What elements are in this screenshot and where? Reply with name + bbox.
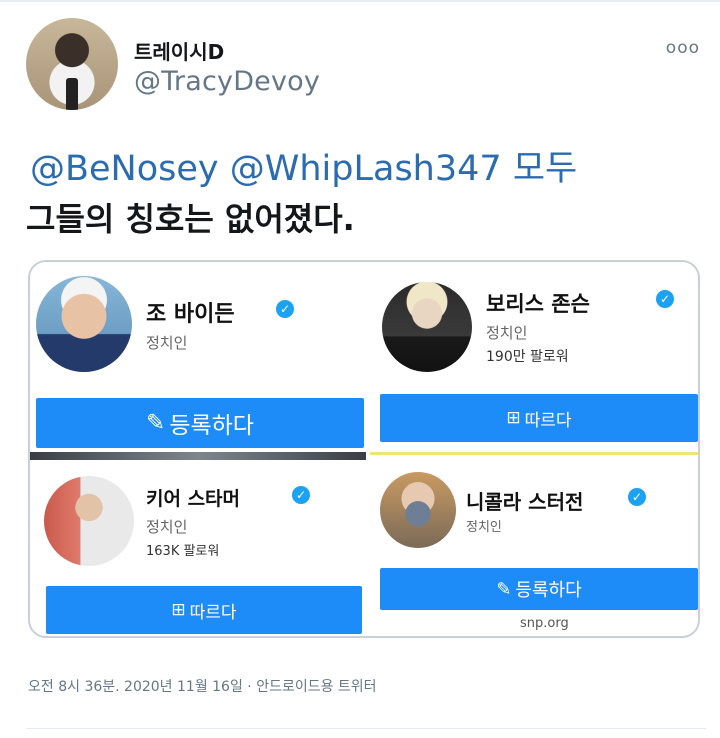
avatar <box>44 476 134 566</box>
person-card: 키어 스타머 ✓ 정치인 163K 팔로워 ⊞ 따르다 <box>30 460 366 636</box>
more-options-icon[interactable]: ooo <box>666 38 700 58</box>
person-card: 조 바이든 ✓ 정치인 ✎ 등록하다 <box>30 262 366 452</box>
pencil-icon: ✎ <box>496 578 512 600</box>
source-url: snp.org <box>520 616 569 631</box>
mention-link[interactable]: @WhipLash347 <box>230 149 502 189</box>
embedded-image-card[interactable]: 조 바이든 ✓ 정치인 ✎ 등록하다 보리스 존슨 ✓ 정치인 190만 팔로워 … <box>28 260 700 638</box>
person-card: 보리스 존슨 ✓ 정치인 190만 팔로워 ⊞ 따르다 <box>366 262 698 452</box>
person-role: 정치인 <box>146 518 188 536</box>
register-button[interactable]: ✎ 등록하다 <box>380 568 698 610</box>
user-handle[interactable]: @TracyDevoy <box>134 66 320 97</box>
tweet-text-line2: 그들의 칭호는 없어졌다. <box>26 200 355 238</box>
person-role: 정치인 <box>466 520 502 535</box>
person-name: 키어 스타머 <box>146 488 241 510</box>
bottom-divider <box>26 728 706 729</box>
image-seam <box>30 452 366 460</box>
display-name[interactable]: 트레이시D <box>134 36 224 65</box>
follow-button[interactable]: ⊞ 따르다 <box>380 394 698 442</box>
person-name: 조 바이든 <box>146 302 235 327</box>
person-name: 보리스 존슨 <box>486 292 590 316</box>
person-role: 정치인 <box>146 334 188 352</box>
tweet-header: 트레이시D @TracyDevoy ooo <box>26 18 706 110</box>
tweet-timestamp[interactable]: 오전 8시 36분. 2020년 11월 16일 · 안드로이드용 트위터 <box>28 676 377 696</box>
pencil-icon: ✎ <box>146 410 166 436</box>
add-follow-icon: ⊞ <box>171 600 186 620</box>
person-card: 니콜라 스터전 ✓ 정치인 ✎ 등록하다 <box>366 460 698 636</box>
tweet-text-line1: @BeNosey @WhipLash347 모두 <box>30 140 577 191</box>
avatar[interactable] <box>26 18 118 110</box>
verified-badge-icon: ✓ <box>656 290 674 308</box>
button-label: 등록하다 <box>515 580 582 601</box>
image-seam <box>370 452 698 455</box>
register-button[interactable]: ✎ 등록하다 <box>36 398 364 448</box>
add-follow-icon: ⊞ <box>506 408 521 428</box>
follower-count: 163K 팔로워 <box>146 544 220 559</box>
avatar <box>380 472 456 548</box>
follower-count: 190만 팔로워 <box>486 349 569 365</box>
button-label: 따르다 <box>524 410 572 431</box>
button-label: 따르다 <box>189 602 237 623</box>
follow-button[interactable]: ⊞ 따르다 <box>46 586 362 634</box>
avatar <box>36 276 132 372</box>
mention-suffix: 모두 <box>512 149 578 189</box>
mention-link[interactable]: @BeNosey <box>30 149 219 189</box>
button-label: 등록하다 <box>169 413 254 439</box>
verified-badge-icon: ✓ <box>276 300 294 318</box>
avatar <box>382 282 472 372</box>
verified-badge-icon: ✓ <box>628 488 646 506</box>
person-role: 정치인 <box>486 324 528 342</box>
person-name: 니콜라 스터전 <box>466 490 584 514</box>
top-divider <box>0 0 720 2</box>
verified-badge-icon: ✓ <box>292 486 310 504</box>
